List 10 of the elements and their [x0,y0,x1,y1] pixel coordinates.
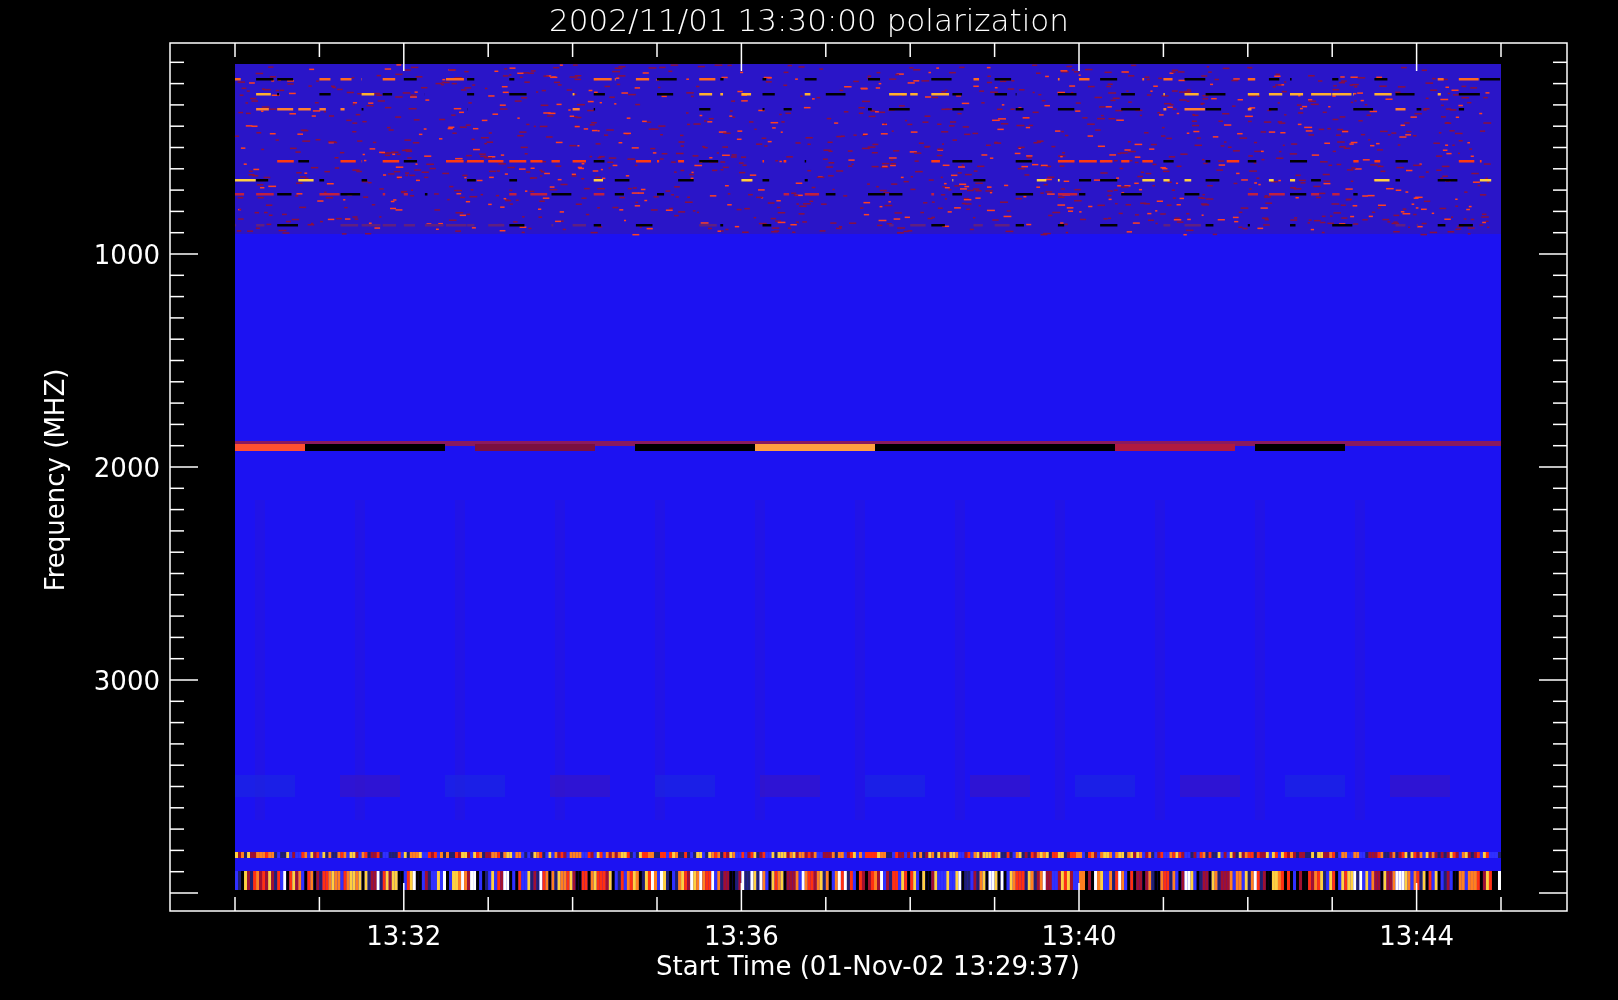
y-tick-label: 1000 [93,240,160,270]
x-axis-label: Start Time (01-Nov-02 13:29:37) [656,951,1080,981]
y-axis-label: Frequency (MHZ) [40,368,70,592]
x-tick-label: 13:40 [1041,921,1117,951]
y-tick-label: 3000 [93,666,160,696]
plot-title: 2002/11/01 13:30:00 polarization [549,2,1069,38]
x-tick-label: 13:44 [1379,921,1455,951]
x-tick-label: 13:36 [703,921,779,951]
x-tick-label: 13:32 [366,921,442,951]
y-tick-label: 2000 [93,453,160,483]
